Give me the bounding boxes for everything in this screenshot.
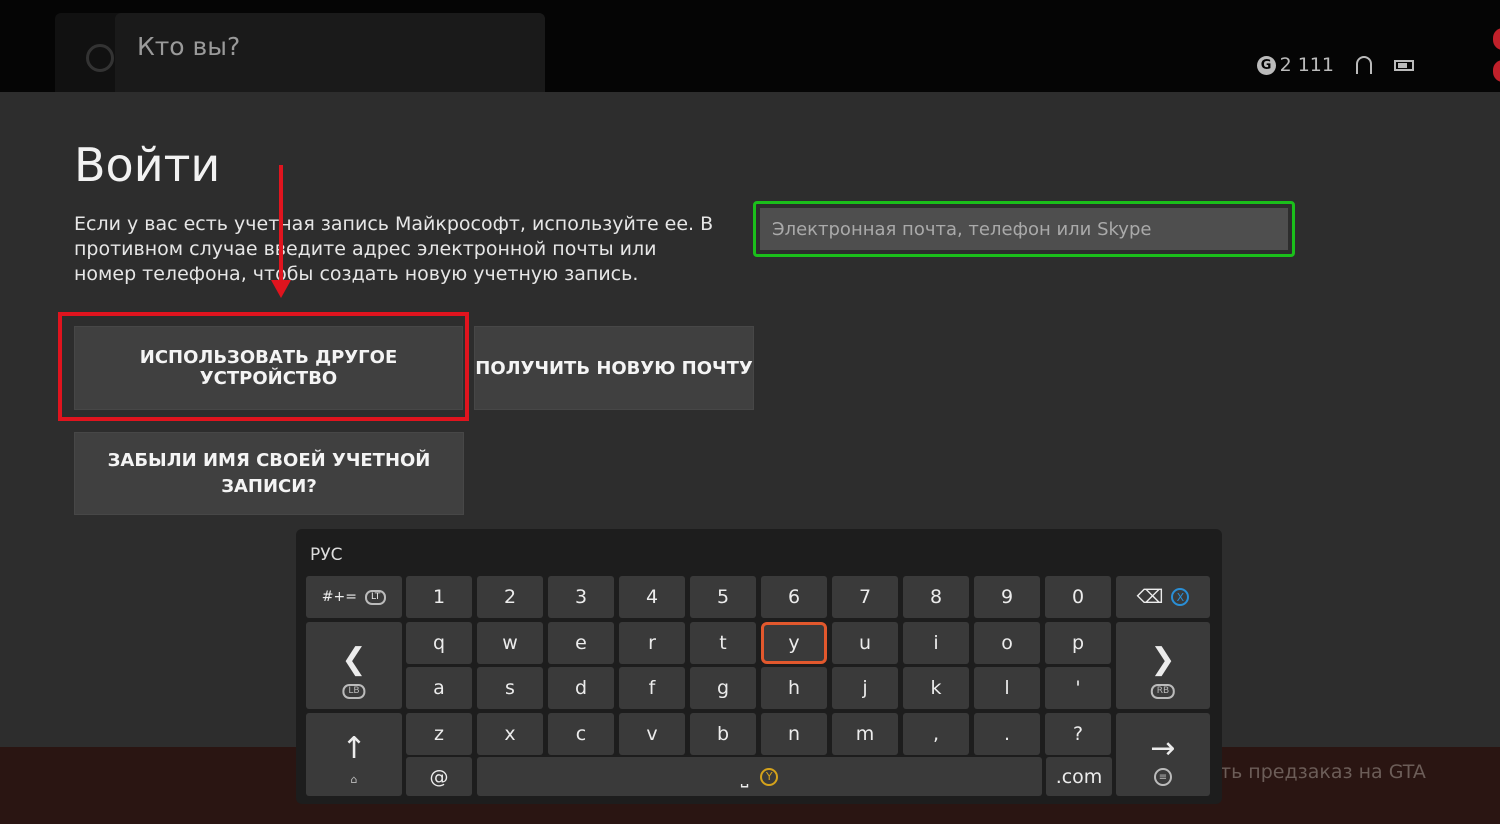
cursor-left-key[interactable]: ❮ LB [306, 622, 402, 709]
key-2-top[interactable]: e [548, 622, 614, 664]
background-promo-text: ть предзаказ на GTA [1220, 761, 1426, 783]
backspace-key[interactable]: ⌫ X [1116, 576, 1210, 618]
dotcom-key[interactable]: .com [1046, 757, 1112, 796]
key-2-mid[interactable]: d [548, 667, 614, 709]
key-3-numbers[interactable]: 4 [619, 576, 685, 618]
headset-icon [1356, 56, 1372, 74]
key-4-numbers[interactable]: 5 [690, 576, 756, 618]
key-0-top[interactable]: q [406, 622, 472, 664]
backspace-icon: ⌫ [1136, 586, 1164, 608]
space-icon: ⎵ [740, 765, 749, 788]
gamerscore-icon: G [1256, 55, 1276, 75]
who-are-you-label: Кто вы? [137, 32, 241, 61]
key-8-numbers[interactable]: 9 [974, 576, 1040, 618]
key-1-bottom[interactable]: x [477, 713, 543, 755]
key-1-numbers[interactable]: 2 [477, 576, 543, 618]
email-field[interactable] [753, 201, 1295, 257]
key-7-top[interactable]: i [903, 622, 969, 664]
key-1-mid[interactable]: s [477, 667, 543, 709]
signin-description: Если у вас есть учетная запись Майкрософ… [74, 213, 714, 285]
key-9-top[interactable]: p [1045, 622, 1111, 664]
shift-key[interactable]: ↑ ⌂ [306, 713, 402, 796]
key-8-bottom[interactable]: . [974, 713, 1040, 755]
key-4-bottom[interactable]: b [690, 713, 756, 755]
forgot-account-button[interactable]: ЗАБЫЛИ ИМЯ СВОЕЙ УЧЕТНОЙ ЗАПИСИ? [74, 432, 464, 515]
highlight-box [58, 312, 469, 421]
key-2-bottom[interactable]: c [548, 713, 614, 755]
key-7-mid[interactable]: k [903, 667, 969, 709]
key-0-bottom[interactable]: z [406, 713, 472, 755]
shift-stick-icon: ⌂ [350, 773, 358, 786]
key-9-bottom[interactable]: ? [1045, 713, 1111, 755]
key-5-bottom[interactable]: n [761, 713, 827, 755]
key-5-numbers[interactable]: 6 [761, 576, 827, 618]
gamerscore: G 2 111 [1256, 54, 1334, 76]
rb-bumper-icon: RB [1150, 684, 1176, 699]
key-7-bottom[interactable]: , [903, 713, 969, 755]
key-4-top[interactable]: t [690, 622, 756, 664]
key-6-numbers[interactable]: 7 [832, 576, 898, 618]
key-3-bottom[interactable]: v [619, 713, 685, 755]
keyboard-language[interactable]: РУС [310, 545, 342, 565]
edge-marks [1493, 28, 1500, 84]
symbols-key[interactable]: #+= LT [306, 576, 402, 618]
key-7-numbers[interactable]: 8 [903, 576, 969, 618]
at-key[interactable]: @ [406, 757, 472, 796]
gamerscore-value: 2 111 [1279, 54, 1334, 76]
onscreen-keyboard: РУС #+= LT ⌫ X ❮ LB ❯ RB ↑ ⌂ → ≡ @ ⎵ Y .… [296, 529, 1222, 804]
lt-trigger-icon: LT [364, 589, 387, 605]
annotation-arrow [279, 165, 283, 283]
cursor-right-key[interactable]: ❯ RB [1116, 622, 1210, 709]
get-new-email-button[interactable]: ПОЛУЧИТЬ НОВУЮ ПОЧТУ [474, 326, 754, 410]
chevron-left-icon: ❮ [341, 642, 367, 677]
key-0-mid[interactable]: a [406, 667, 472, 709]
key-4-mid[interactable]: g [690, 667, 756, 709]
chevron-right-icon: ❯ [1150, 642, 1176, 677]
xbox-logo-icon [86, 44, 114, 72]
space-key[interactable]: ⎵ Y [477, 757, 1042, 796]
key-0-numbers[interactable]: 1 [406, 576, 472, 618]
key-3-mid[interactable]: f [619, 667, 685, 709]
key-5-mid[interactable]: h [761, 667, 827, 709]
enter-key[interactable]: → ≡ [1116, 713, 1210, 796]
email-input[interactable] [760, 208, 1288, 250]
key-2-numbers[interactable]: 3 [548, 576, 614, 618]
key-9-mid[interactable]: ' [1045, 667, 1111, 709]
status-area: G 2 111 [1256, 54, 1414, 76]
key-1-top[interactable]: w [477, 622, 543, 664]
key-8-mid[interactable]: l [974, 667, 1040, 709]
key-8-top[interactable]: o [974, 622, 1040, 664]
key-6-bottom[interactable]: m [832, 713, 898, 755]
key-6-top[interactable]: u [832, 622, 898, 664]
x-button-icon: X [1171, 588, 1190, 606]
key-3-top[interactable]: r [619, 622, 685, 664]
lb-bumper-icon: LB [342, 684, 366, 699]
key-9-numbers[interactable]: 0 [1045, 576, 1111, 618]
arrow-up-icon: ↑ [341, 731, 367, 766]
y-button-icon: Y [760, 767, 779, 786]
arrow-right-icon: → [1150, 731, 1176, 766]
key-5-top[interactable]: y [761, 622, 827, 664]
battery-icon [1394, 59, 1414, 71]
page-title: Войти [74, 138, 221, 192]
menu-button-icon: ≡ [1154, 768, 1172, 786]
key-6-mid[interactable]: j [832, 667, 898, 709]
annotation-arrow-head [271, 280, 291, 298]
